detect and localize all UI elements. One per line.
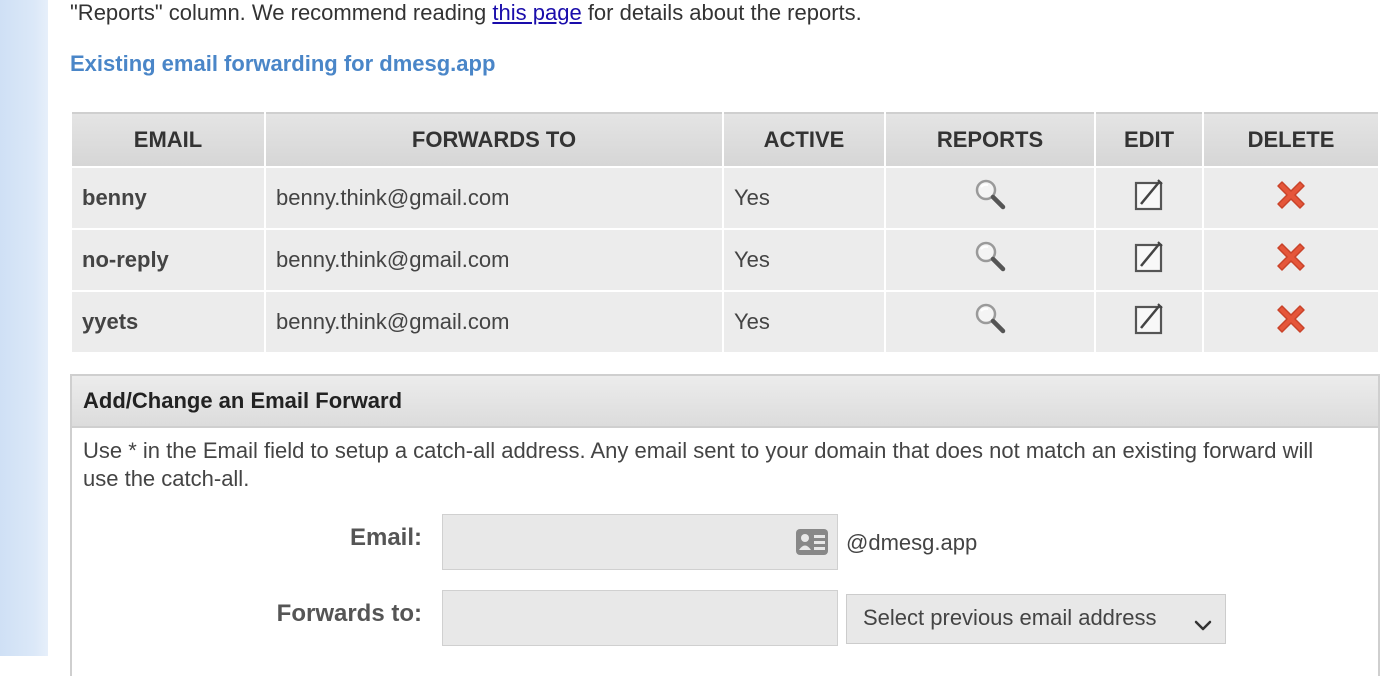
previous-email-select[interactable]: Select previous email address [846, 594, 1226, 644]
reports-cell [884, 290, 1096, 354]
active-cell: Yes [722, 166, 886, 230]
edit-icon[interactable] [1129, 175, 1169, 221]
previous-email-select-label: Select previous email address [863, 605, 1157, 630]
email-label: Email: [349, 524, 422, 551]
edit-cell [1094, 228, 1204, 292]
delete-x-icon[interactable] [1270, 298, 1312, 346]
left-sidebar-strip [0, 0, 48, 656]
magnifier-icon[interactable] [970, 175, 1010, 221]
email-cell: yyets [70, 290, 266, 354]
reports-help-link[interactable]: this page [492, 0, 581, 25]
delete-cell [1202, 290, 1380, 354]
domain-suffix: @dmesg.app [846, 530, 978, 555]
edit-cell [1094, 166, 1204, 230]
active-cell: Yes [722, 290, 886, 354]
forwards-to-label: Forwards to: [276, 600, 422, 627]
forwards-to-cell: benny.think@gmail.com [264, 290, 724, 354]
table-header-row: EMAIL FORWARDS TO ACTIVE REPORTS EDIT DE… [70, 113, 1380, 168]
column-header-edit: EDIT [1094, 113, 1204, 168]
delete-cell [1202, 228, 1380, 292]
delete-x-icon[interactable] [1270, 174, 1312, 222]
edit-icon[interactable] [1129, 237, 1169, 283]
column-header-active: ACTIVE [722, 113, 886, 168]
column-header-delete: DELETE [1202, 113, 1380, 168]
magnifier-icon[interactable] [970, 237, 1010, 283]
column-header-email: EMAIL [70, 113, 266, 168]
chevron-down-icon [1193, 605, 1213, 651]
delete-x-icon[interactable] [1270, 236, 1312, 284]
add-forward-panel: Add/Change an Email Forward Use * in the… [70, 374, 1380, 676]
forwarding-table: EMAIL FORWARDS TO ACTIVE REPORTS EDIT DE… [70, 112, 1380, 354]
column-header-forwards-to: FORWARDS TO [264, 113, 724, 168]
reports-cell [884, 228, 1096, 292]
contact-card-icon [795, 528, 829, 561]
delete-cell [1202, 166, 1380, 230]
forwards-to-field[interactable] [442, 590, 838, 646]
intro-text: "Reports" column. We recommend reading t… [70, 0, 862, 26]
catch-all-note: Use * in the Email field to setup a catc… [83, 438, 1314, 491]
email-cell: no-reply [70, 228, 266, 292]
email-cell: benny [70, 166, 266, 230]
table-row: no-reply benny.think@gmail.com Yes [70, 228, 1380, 292]
intro-text-after: for details about the reports. [581, 0, 862, 25]
forwards-to-cell: benny.think@gmail.com [264, 166, 724, 230]
reports-cell [884, 166, 1096, 230]
edit-icon[interactable] [1129, 299, 1169, 345]
active-cell: Yes [722, 228, 886, 292]
forwards-to-cell: benny.think@gmail.com [264, 228, 724, 292]
email-field[interactable] [442, 514, 838, 570]
column-header-reports: REPORTS [884, 113, 1096, 168]
magnifier-icon[interactable] [970, 299, 1010, 345]
intro-text-before: "Reports" column. We recommend reading [70, 0, 493, 25]
table-row: benny benny.think@gmail.com Yes [70, 166, 1380, 230]
table-row: yyets benny.think@gmail.com Yes [70, 290, 1380, 354]
panel-title: Add/Change an Email Forward [72, 376, 1378, 428]
edit-cell [1094, 290, 1204, 354]
section-title: Existing email forwarding for dmesg.app [70, 51, 496, 76]
